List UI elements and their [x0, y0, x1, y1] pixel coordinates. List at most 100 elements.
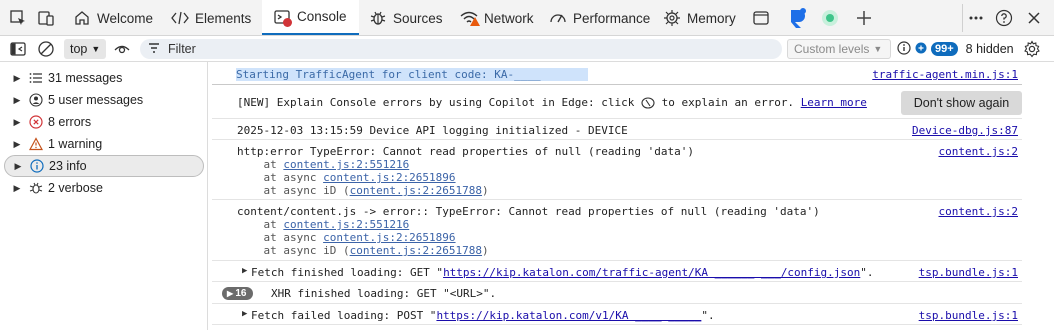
issues-count: 99+ [931, 42, 958, 56]
memory-chip-icon [662, 8, 682, 28]
expand-triangle-icon[interactable]: ▶ [242, 309, 247, 319]
fetch-url-link[interactable]: https://kip.katalon.com/v1/KA ____ _____ [436, 309, 701, 322]
expand-triangle-icon[interactable]: ▶ [10, 139, 24, 150]
hint-text-start: [NEW] Explain Console errors by using Co… [237, 96, 641, 109]
source-link[interactable]: traffic-agent.min.js:1 [872, 68, 1018, 81]
filter-placeholder: Filter [168, 42, 196, 56]
tab-sources[interactable]: Sources [368, 0, 443, 36]
tab-welcome[interactable]: Welcome [72, 0, 153, 36]
stack-link[interactable]: content.js:2:2651788 [350, 184, 482, 197]
stack-frame: at async content.js:2:2651896 [237, 171, 455, 184]
message-text: XHR finished loading: GET "<URL>". [271, 287, 497, 300]
repeat-count: 16 [235, 288, 247, 299]
help-icon[interactable] [994, 8, 1014, 28]
filter-icon [148, 42, 160, 57]
extension-orb-icon[interactable] [820, 8, 840, 28]
settings-gear-icon[interactable] [1022, 39, 1042, 59]
sidebar-item-warnings[interactable]: ▶ 1 warning [4, 133, 204, 155]
source-link[interactable]: Device-dbg.js:87 [912, 124, 1018, 137]
live-expression-eye-icon[interactable] [112, 39, 132, 59]
stack-prefix: at async iD ( [237, 244, 350, 257]
fetch-text: Fetch failed loading: POST " [251, 309, 437, 322]
console-sidebar: ▶ 31 messages ▶ 5 user messages ▶ 8 erro… [0, 62, 208, 330]
expand-triangle-icon[interactable]: ▶ [10, 117, 24, 128]
tab-memory[interactable]: Memory [662, 0, 736, 36]
stack-prefix: at async [237, 171, 324, 184]
filter-input[interactable]: Filter [140, 39, 782, 59]
tab-console[interactable]: Console [262, 0, 359, 35]
message-text: http:error TypeError: Cannot read proper… [237, 145, 694, 158]
extension-logo-icon[interactable] [784, 5, 810, 31]
issues-badge-icon [915, 42, 927, 57]
expand-triangle-icon[interactable]: ▶ [242, 266, 247, 276]
scrollbar-gutter[interactable] [1022, 62, 1054, 330]
log-levels-dropdown[interactable]: Custom levels ▼ [787, 39, 891, 59]
stack-frame: at content.js:2:551216 [237, 158, 409, 171]
stack-link[interactable]: content.js:2:551216 [283, 218, 409, 231]
stack-link[interactable]: content.js:2:551216 [283, 158, 409, 171]
home-icon [72, 8, 92, 28]
device-emulation-icon[interactable] [36, 8, 56, 28]
sidebar-item-verbose[interactable]: ▶ 2 verbose [4, 177, 204, 199]
dropdown-arrow-icon: ▼ [873, 44, 883, 54]
stack-suffix: ) [482, 244, 489, 257]
stack-frame: at async iD (content.js:2:2651788) [237, 184, 488, 197]
warning-icon [28, 136, 44, 152]
expand-triangle-icon[interactable]: ▶ [10, 95, 24, 106]
tab-network[interactable]: Network [459, 0, 534, 36]
levels-label: Custom levels [794, 42, 870, 56]
sidebar-item-label: 5 user messages [48, 93, 144, 107]
learn-more-link[interactable]: Learn more [801, 96, 867, 109]
console-message: http:error TypeError: Cannot read proper… [212, 141, 1022, 200]
sidebar-item-label: 1 warning [48, 137, 103, 151]
sidebar-toggle-icon[interactable] [8, 39, 28, 59]
dont-show-again-button[interactable]: Don't show again [901, 91, 1022, 115]
bug-icon [368, 8, 388, 28]
sidebar-item-label: 31 messages [48, 71, 123, 85]
inspect-icon[interactable] [8, 8, 28, 28]
sidebar-item-info[interactable]: ▶ 23 info [4, 155, 204, 177]
stack-link[interactable]: content.js:2:2651788 [350, 244, 482, 257]
source-link[interactable]: content.js:2 [939, 205, 1018, 218]
bug-icon [28, 180, 44, 196]
message-text: 2025-12-03 13:15:59 Device API logging i… [237, 124, 628, 137]
sidebar-item-label: 2 verbose [48, 181, 103, 195]
message-text: content/content.js -> error:: TypeError:… [237, 205, 820, 218]
info-icon [29, 158, 45, 174]
message-text: Fetch failed loading: POST "https://kip.… [251, 309, 715, 322]
dropdown-arrow-icon: ▼ [91, 44, 101, 54]
console-toolbar: top ▼ Filter Custom levels ▼ 99+ 8 hidde… [0, 36, 1054, 62]
source-link[interactable]: content.js:2 [939, 145, 1018, 158]
stack-link[interactable]: content.js:2:2651896 [323, 231, 455, 244]
sidebar-item-errors[interactable]: ▶ 8 errors [4, 111, 204, 133]
tab-elements[interactable]: Elements [170, 0, 251, 36]
more-options-icon[interactable] [966, 8, 986, 28]
source-link[interactable]: tsp.bundle.js:1 [919, 309, 1018, 322]
repeat-count-badge: ▶ 16 [222, 286, 253, 300]
context-selector[interactable]: top ▼ [64, 39, 107, 59]
console-messages: Starting TrafficAgent for client code: K… [212, 62, 1022, 330]
close-icon[interactable] [1024, 8, 1044, 28]
console-message: 2025-12-03 13:15:59 Device API logging i… [212, 120, 1022, 140]
tab-label: Sources [393, 10, 443, 26]
issues-counter[interactable]: 99+ 8 hidden [897, 39, 1014, 59]
sidebar-item-label: 8 errors [48, 115, 92, 129]
expand-triangle-icon[interactable]: ▶ [10, 183, 24, 194]
code-tag-icon [170, 8, 190, 28]
stack-link[interactable]: content.js:2:2651896 [323, 171, 455, 184]
sidebar-item-user-messages[interactable]: ▶ 5 user messages [4, 89, 204, 111]
fetch-text-end: ". [860, 266, 874, 279]
expand-triangle-icon[interactable]: ▶ [11, 161, 25, 172]
application-panel-icon[interactable] [751, 8, 771, 28]
divider [962, 4, 963, 32]
clear-console-icon[interactable] [36, 39, 56, 59]
hint-text-end: to explain an error. [654, 96, 801, 109]
add-tab-icon[interactable] [854, 8, 874, 28]
copilot-icon [641, 97, 655, 109]
fetch-url-link[interactable]: https://kip.katalon.com/traffic-agent/KA… [443, 266, 860, 279]
sidebar-item-messages[interactable]: ▶ 31 messages [4, 67, 204, 89]
source-link[interactable]: tsp.bundle.js:1 [919, 266, 1018, 279]
tab-performance[interactable]: Performance [548, 0, 650, 36]
expand-triangle-icon[interactable]: ▶ [10, 73, 24, 84]
console-message: Starting TrafficAgent for client code: K… [212, 66, 1022, 84]
